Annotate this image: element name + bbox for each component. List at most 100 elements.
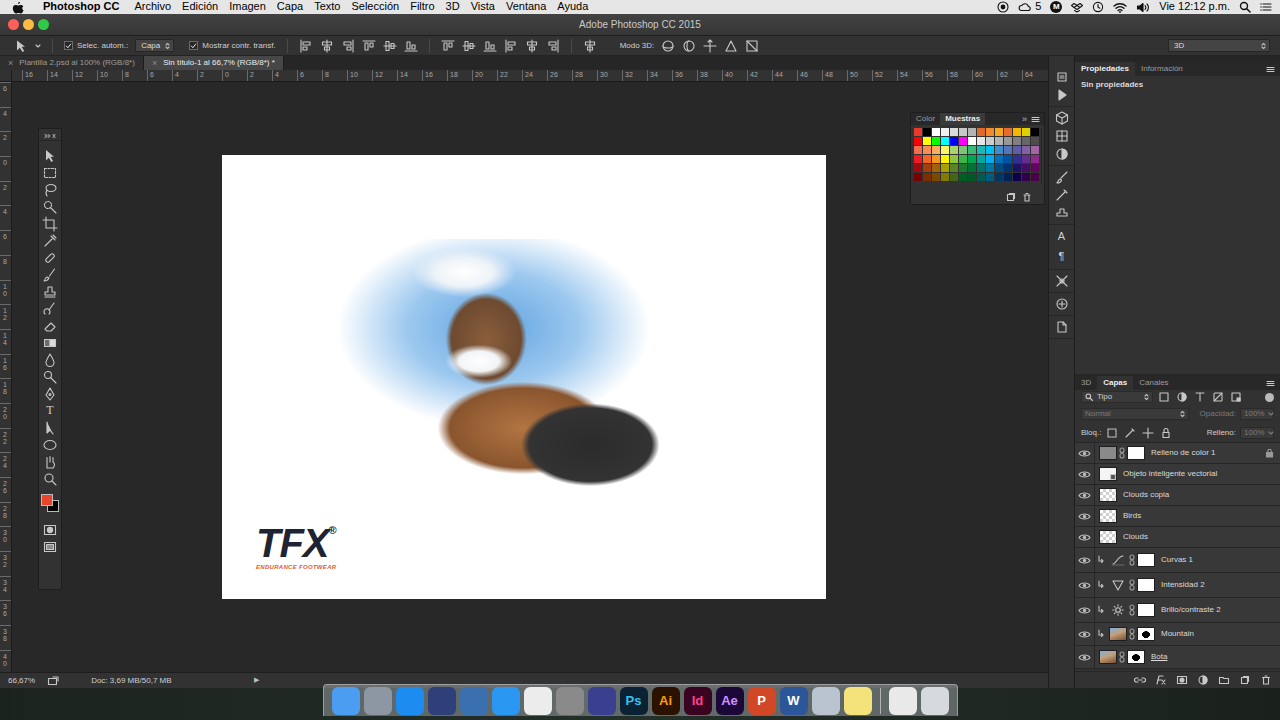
layer-mask-thumbnail[interactable] bbox=[1137, 553, 1155, 567]
color-swatches[interactable] bbox=[40, 493, 60, 515]
notification-list-icon[interactable] bbox=[1260, 2, 1272, 12]
swatch[interactable] bbox=[986, 146, 994, 154]
swatch[interactable] bbox=[941, 173, 949, 181]
hand-tool[interactable] bbox=[39, 453, 61, 470]
mask-link-icon[interactable] bbox=[1129, 554, 1137, 566]
dock-app[interactable]: Ps bbox=[620, 687, 648, 715]
swatch[interactable] bbox=[986, 173, 994, 181]
panel-tab[interactable]: Muestras bbox=[940, 113, 985, 125]
align-icon[interactable] bbox=[546, 39, 560, 53]
path-select-tool[interactable] bbox=[39, 419, 61, 436]
align-icon[interactable] bbox=[362, 39, 376, 53]
type-filter-icon[interactable] bbox=[1193, 390, 1207, 404]
new-group-icon[interactable] bbox=[1218, 675, 1230, 685]
blend-mode-select[interactable]: Normal bbox=[1081, 408, 1189, 420]
history-brush[interactable] bbox=[39, 300, 61, 317]
menu-item[interactable]: 3D bbox=[446, 0, 460, 13]
panel-menu-icon[interactable] bbox=[1266, 380, 1275, 387]
document-tab[interactable]: ×Sin título-1 al 66,7% (RGB/8*) * bbox=[144, 56, 284, 70]
swatch[interactable] bbox=[923, 137, 931, 145]
fill-field[interactable]: 100% bbox=[1240, 427, 1274, 439]
swatch[interactable] bbox=[995, 146, 1003, 154]
mask-link-icon[interactable] bbox=[1129, 604, 1137, 616]
dropbox-icon[interactable] bbox=[1071, 2, 1083, 13]
swatch[interactable] bbox=[1022, 137, 1030, 145]
swatch[interactable] bbox=[914, 173, 922, 181]
clock[interactable]: Vie 12:12 p.m. bbox=[1159, 0, 1230, 13]
screen-record-icon[interactable] bbox=[997, 1, 1009, 13]
swatch[interactable] bbox=[1031, 137, 1039, 145]
brush-icon[interactable] bbox=[1055, 188, 1069, 202]
eyedropper-tool[interactable] bbox=[39, 232, 61, 249]
mask-link-icon[interactable] bbox=[1129, 628, 1137, 640]
quick-select-tool[interactable] bbox=[39, 198, 61, 215]
swatch[interactable] bbox=[1013, 137, 1021, 145]
text-tool[interactable]: T bbox=[39, 402, 61, 419]
swatch[interactable] bbox=[995, 155, 1003, 163]
swatch[interactable] bbox=[959, 137, 967, 145]
new-swatch-icon[interactable] bbox=[1006, 192, 1016, 202]
menu-item[interactable]: Edición bbox=[182, 0, 218, 13]
swatch[interactable] bbox=[932, 137, 940, 145]
brush-presets-icon[interactable] bbox=[1055, 170, 1069, 184]
3d-icon[interactable] bbox=[1055, 111, 1069, 125]
swatch[interactable] bbox=[968, 164, 976, 172]
menu-item[interactable]: Texto bbox=[314, 0, 340, 13]
stamp-tool[interactable] bbox=[39, 283, 61, 300]
swatch[interactable] bbox=[995, 137, 1003, 145]
blur-tool[interactable] bbox=[39, 351, 61, 368]
panel-tab[interactable]: Propiedades bbox=[1075, 62, 1135, 76]
creative-cloud-status[interactable]: 5 bbox=[1018, 0, 1041, 13]
actions-icon[interactable] bbox=[1055, 88, 1069, 102]
wifi-icon[interactable] bbox=[1113, 2, 1127, 13]
align-icon[interactable] bbox=[383, 39, 397, 53]
move-tool-icon[interactable] bbox=[14, 39, 28, 53]
layer-mask-thumbnail[interactable] bbox=[1127, 446, 1145, 460]
swatch[interactable] bbox=[923, 128, 931, 136]
layer-mask-thumbnail[interactable] bbox=[1137, 578, 1155, 592]
checkbox[interactable] bbox=[189, 41, 198, 50]
collapse-button[interactable]: » bbox=[1022, 114, 1027, 125]
swatch[interactable] bbox=[986, 164, 994, 172]
swatch[interactable] bbox=[1022, 146, 1030, 154]
adjustments-icon[interactable] bbox=[1055, 129, 1069, 143]
layer-row[interactable]: Clouds copia bbox=[1075, 485, 1280, 506]
swatch[interactable] bbox=[1004, 128, 1012, 136]
swatch[interactable] bbox=[932, 173, 940, 181]
swatch[interactable] bbox=[1031, 164, 1039, 172]
dock-app[interactable] bbox=[492, 687, 520, 715]
swatch[interactable] bbox=[923, 155, 931, 163]
panel-tab[interactable]: Color bbox=[911, 113, 940, 125]
swatch[interactable] bbox=[968, 155, 976, 163]
swatch[interactable] bbox=[932, 146, 940, 154]
styles-icon[interactable] bbox=[1055, 147, 1069, 161]
swatch[interactable] bbox=[959, 173, 967, 181]
swatch[interactable] bbox=[959, 128, 967, 136]
clone-source-icon[interactable] bbox=[1055, 206, 1069, 220]
panel-menu-icon[interactable] bbox=[1031, 116, 1040, 123]
layer-row[interactable]: Mountain bbox=[1075, 623, 1280, 646]
swatch[interactable] bbox=[950, 128, 958, 136]
lock-all-icon[interactable] bbox=[1159, 426, 1173, 440]
visibility-toggle[interactable] bbox=[1075, 573, 1095, 597]
auto-select-option[interactable]: Selec. autom.: bbox=[64, 41, 128, 51]
layer-row[interactable]: Intensidad 2 bbox=[1075, 573, 1280, 598]
visibility-toggle[interactable] bbox=[1075, 646, 1095, 668]
swatch[interactable] bbox=[968, 173, 976, 181]
healing-brush[interactable] bbox=[39, 249, 61, 266]
swatch[interactable] bbox=[950, 137, 958, 145]
volume-icon[interactable] bbox=[1136, 2, 1150, 13]
show-transform-option[interactable]: Mostrar contr. transf. bbox=[189, 41, 275, 51]
menu-item[interactable]: Ayuda bbox=[557, 0, 588, 13]
lock-transparency-icon[interactable] bbox=[1105, 426, 1119, 440]
swatch[interactable] bbox=[914, 155, 922, 163]
swatch[interactable] bbox=[1022, 173, 1030, 181]
panel-tab[interactable]: Capas bbox=[1097, 376, 1133, 390]
scrollbar[interactable] bbox=[1041, 128, 1042, 184]
brush-tool[interactable] bbox=[39, 266, 61, 283]
character-panel-glyph[interactable]: A bbox=[1058, 229, 1065, 245]
align-icon[interactable] bbox=[404, 39, 418, 53]
swatch[interactable] bbox=[950, 164, 958, 172]
dock-app[interactable]: P bbox=[748, 687, 776, 715]
close-tab-button[interactable]: × bbox=[152, 58, 157, 69]
